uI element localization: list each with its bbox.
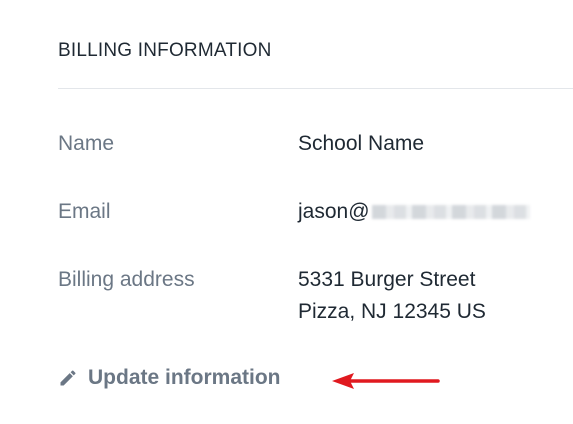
name-value: School Name (298, 132, 425, 155)
billing-information-panel: BILLING INFORMATION Name School Name Ema… (0, 0, 573, 424)
email-value: jason@ (298, 200, 370, 223)
red-arrow-annotation (332, 373, 440, 389)
billing-address-line1: 5331 Burger Street (298, 268, 476, 291)
divider (58, 88, 573, 89)
email-label: Email (58, 200, 111, 223)
email-value-container: jason@ (298, 196, 530, 228)
name-label: Name (58, 132, 115, 155)
billing-address-value: 5331 Burger Street Pizza, NJ 12345 US (298, 264, 486, 328)
update-information-label: Update information (88, 366, 281, 389)
billing-address-label: Billing address (58, 268, 195, 291)
update-information-link[interactable]: Update information (58, 366, 281, 390)
redacted-email-domain (371, 205, 530, 219)
billing-address-line2: Pizza, NJ 12345 US (298, 300, 486, 323)
pencil-icon (58, 368, 78, 388)
section-title: BILLING INFORMATION (58, 40, 272, 61)
